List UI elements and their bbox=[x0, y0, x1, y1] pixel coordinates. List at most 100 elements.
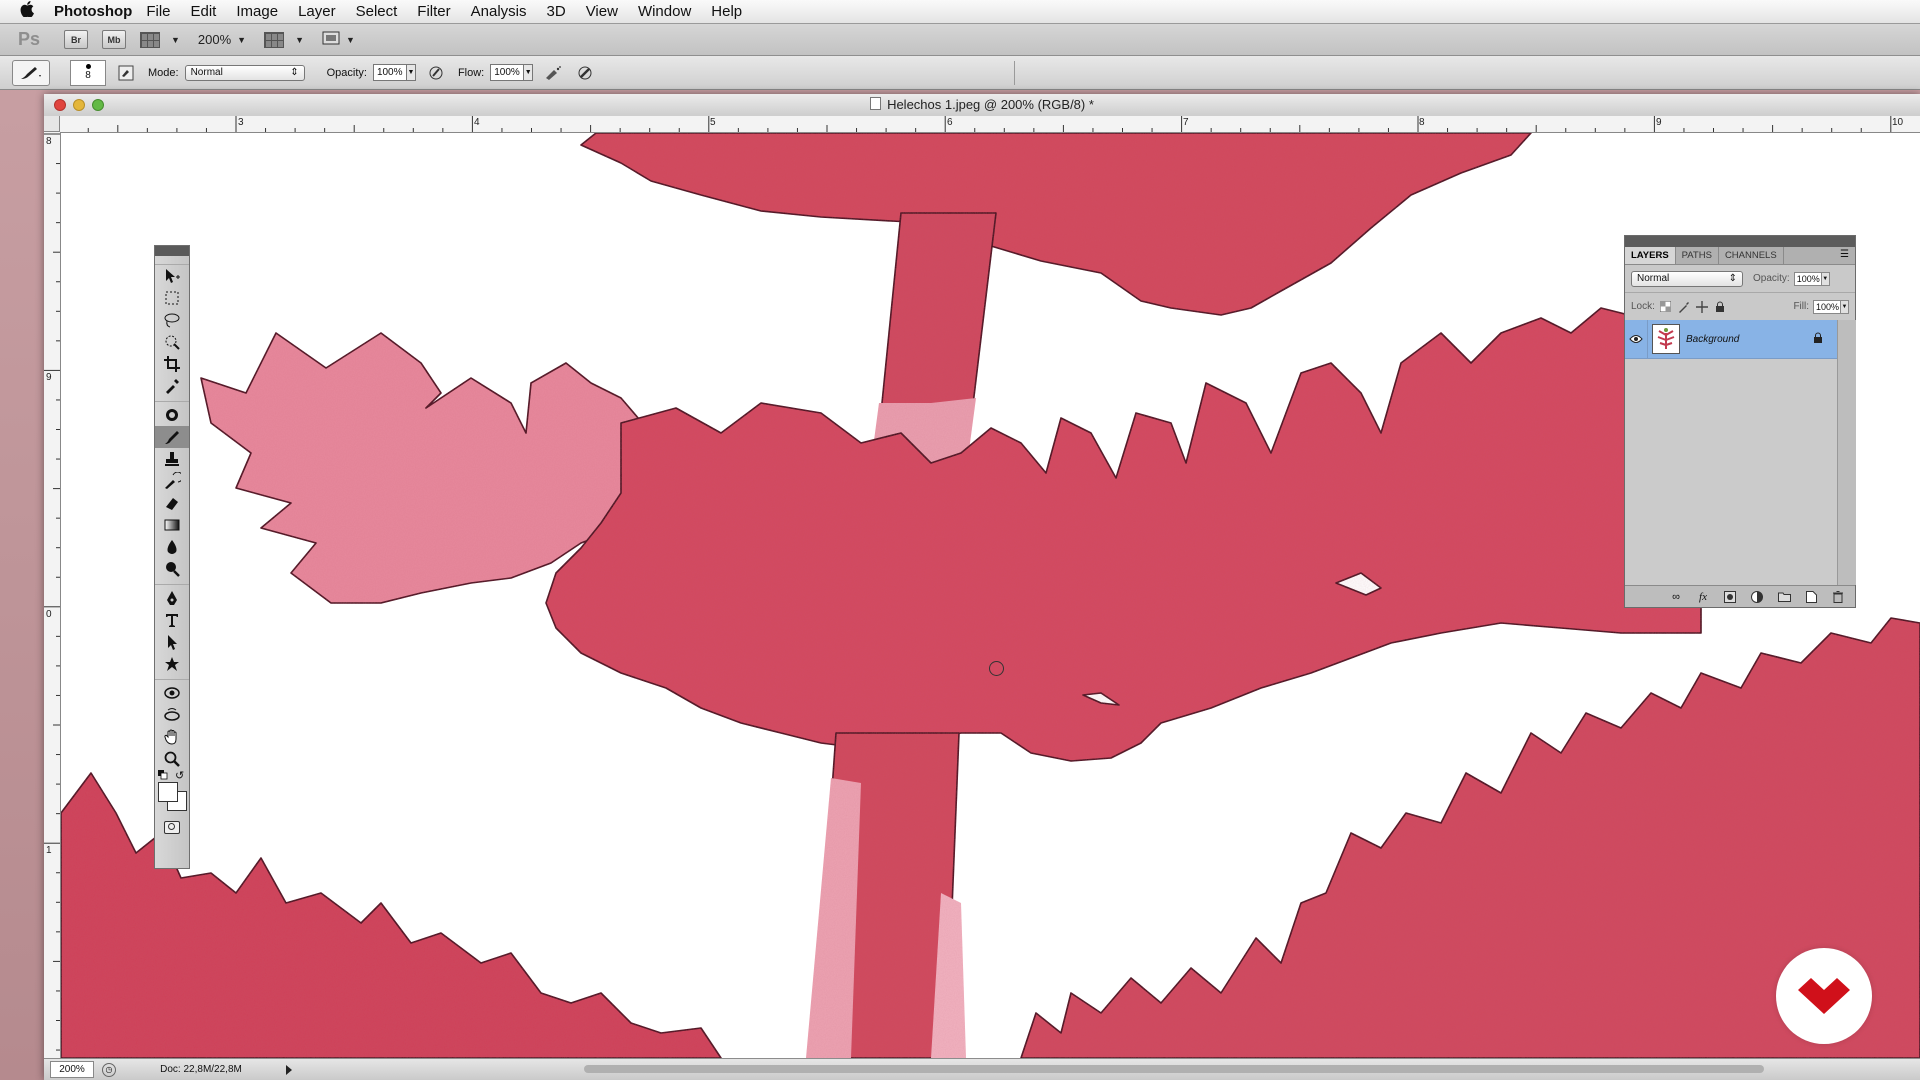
zoom-window-button[interactable] bbox=[92, 99, 104, 111]
type-tool[interactable] bbox=[155, 609, 189, 631]
layers-scrollbar[interactable] bbox=[1837, 320, 1856, 585]
flow-slider-toggle[interactable]: ▼ bbox=[524, 64, 534, 81]
horizontal-ruler[interactable]: 3 4 5 6 7 8 9 10 bbox=[60, 116, 1920, 133]
app-name-menu[interactable]: Photoshop bbox=[54, 3, 132, 20]
tab-layers[interactable]: LAYERS bbox=[1625, 247, 1676, 264]
layer-name[interactable]: Background bbox=[1686, 334, 1813, 345]
lock-pixels-button[interactable] bbox=[1677, 300, 1691, 314]
menu-view[interactable]: View bbox=[586, 3, 618, 20]
default-colors-icon[interactable] bbox=[158, 770, 168, 780]
lock-all-button[interactable] bbox=[1713, 300, 1727, 314]
ruler-origin[interactable] bbox=[44, 116, 60, 132]
brush-tool[interactable] bbox=[155, 426, 189, 448]
layers-panel-header[interactable] bbox=[1625, 236, 1855, 247]
fill-label: Fill: bbox=[1793, 301, 1809, 312]
layer-opacity-input[interactable]: 100% bbox=[1793, 271, 1822, 286]
menu-file[interactable]: File bbox=[146, 3, 170, 20]
ruler-label: 5 bbox=[710, 117, 716, 128]
link-layers-icon[interactable]: ∞ bbox=[1669, 590, 1683, 604]
flow-input[interactable]: 100% bbox=[490, 64, 525, 81]
vertical-ruler[interactable]: 8 9 0 1 bbox=[44, 132, 61, 1058]
zoom-tool[interactable] bbox=[155, 748, 189, 770]
horizontal-scrollbar[interactable] bbox=[584, 1065, 1764, 1073]
crop-tool[interactable] bbox=[155, 353, 189, 375]
menu-window[interactable]: Window bbox=[638, 3, 691, 20]
eraser-tool[interactable] bbox=[155, 492, 189, 514]
launch-bridge-button[interactable]: Br bbox=[64, 30, 88, 49]
pen-tool[interactable] bbox=[155, 587, 189, 609]
layer-row-background[interactable]: Background bbox=[1625, 320, 1837, 359]
new-layer-icon[interactable] bbox=[1804, 590, 1818, 604]
add-mask-icon[interactable] bbox=[1723, 590, 1737, 604]
gradient-tool[interactable] bbox=[155, 514, 189, 536]
shape-tool[interactable] bbox=[155, 653, 189, 675]
tools-panel-header[interactable] bbox=[155, 246, 189, 256]
opacity-input[interactable]: 100% bbox=[372, 64, 407, 81]
menu-layer[interactable]: Layer bbox=[298, 3, 336, 20]
minimize-window-button[interactable] bbox=[73, 99, 85, 111]
menu-analysis[interactable]: Analysis bbox=[471, 3, 527, 20]
quick-mask-button[interactable] bbox=[155, 816, 189, 838]
lock-transparency-button[interactable] bbox=[1659, 300, 1673, 314]
3d-rotate-tool[interactable] bbox=[155, 682, 189, 704]
quick-selection-tool[interactable] bbox=[155, 331, 189, 353]
blur-tool[interactable] bbox=[155, 536, 189, 558]
layer-style-button[interactable]: fx bbox=[1696, 590, 1710, 604]
chevron-down-icon: ▼ bbox=[346, 34, 355, 45]
new-group-icon[interactable] bbox=[1777, 590, 1791, 604]
move-tool[interactable] bbox=[155, 265, 189, 287]
airbrush-button[interactable] bbox=[543, 63, 563, 83]
marquee-tool[interactable] bbox=[155, 287, 189, 309]
view-extras-dropdown[interactable]: ▼ bbox=[140, 31, 180, 48]
history-brush-tool[interactable] bbox=[155, 470, 189, 492]
pressure-size-button[interactable] bbox=[575, 63, 595, 83]
mode-select[interactable]: Normal ⇕ bbox=[184, 64, 305, 81]
launch-minibridge-button[interactable]: Mb bbox=[102, 30, 126, 49]
pressure-opacity-button[interactable] bbox=[426, 63, 446, 83]
apple-icon[interactable] bbox=[14, 1, 40, 22]
clone-stamp-tool[interactable] bbox=[155, 448, 189, 470]
trash-icon[interactable] bbox=[1831, 590, 1845, 604]
close-window-button[interactable] bbox=[54, 99, 66, 111]
hand-tool[interactable] bbox=[155, 726, 189, 748]
photoshop-logo: Ps bbox=[18, 29, 41, 49]
menu-3d[interactable]: 3D bbox=[547, 3, 566, 20]
brush-size-picker[interactable]: 8 bbox=[70, 59, 106, 86]
tab-channels[interactable]: CHANNELS bbox=[1719, 247, 1784, 264]
layer-blend-mode-select[interactable]: Normal ⇕ bbox=[1631, 270, 1743, 287]
fill-input[interactable]: 100% bbox=[1813, 299, 1841, 314]
path-selection-tool[interactable] bbox=[155, 631, 189, 653]
brush-size-value: 8 bbox=[85, 70, 91, 81]
document-title-bar[interactable]: Helechos 1.jpeg @ 200% (RGB/8) * bbox=[44, 94, 1920, 117]
3d-orbit-tool[interactable] bbox=[155, 704, 189, 726]
layer-opacity-slider-toggle[interactable]: ▼ bbox=[1821, 271, 1830, 286]
tab-paths[interactable]: PATHS bbox=[1676, 247, 1719, 264]
menu-image[interactable]: Image bbox=[236, 3, 278, 20]
layer-visibility-toggle[interactable] bbox=[1625, 320, 1648, 358]
menu-select[interactable]: Select bbox=[356, 3, 398, 20]
lasso-tool[interactable] bbox=[155, 309, 189, 331]
opacity-slider-toggle[interactable]: ▼ bbox=[406, 64, 416, 81]
fill-slider-toggle[interactable]: ▼ bbox=[1841, 299, 1849, 314]
panel-menu-icon[interactable]: ☰ bbox=[1840, 247, 1849, 264]
tools-panel-grip[interactable] bbox=[155, 256, 189, 265]
zoom-level-dropdown[interactable]: 200% ▼ bbox=[198, 32, 246, 47]
menu-edit[interactable]: Edit bbox=[191, 3, 217, 20]
lock-position-button[interactable] bbox=[1695, 300, 1709, 314]
menu-help[interactable]: Help bbox=[711, 3, 742, 20]
status-menu-arrow-icon[interactable] bbox=[286, 1064, 292, 1075]
brush-preset-icon bbox=[21, 66, 41, 79]
eyedropper-tool[interactable] bbox=[155, 375, 189, 397]
adjustment-layer-icon[interactable] bbox=[1750, 590, 1764, 604]
timing-icon[interactable]: ◷ bbox=[102, 1062, 116, 1077]
brush-panel-toggle[interactable] bbox=[116, 63, 136, 83]
arrange-documents-dropdown[interactable]: ▼ bbox=[264, 31, 304, 48]
foreground-color-swatch[interactable] bbox=[158, 782, 178, 802]
healing-brush-tool[interactable] bbox=[155, 404, 189, 426]
screen-mode-dropdown[interactable]: ▼ bbox=[322, 31, 355, 48]
zoom-input[interactable]: 200% bbox=[50, 1061, 94, 1078]
menu-filter[interactable]: Filter bbox=[417, 3, 450, 20]
swap-colors-icon[interactable]: ↺ bbox=[175, 769, 184, 782]
tool-preset-picker[interactable] bbox=[12, 59, 50, 86]
dodge-tool[interactable] bbox=[155, 558, 189, 580]
